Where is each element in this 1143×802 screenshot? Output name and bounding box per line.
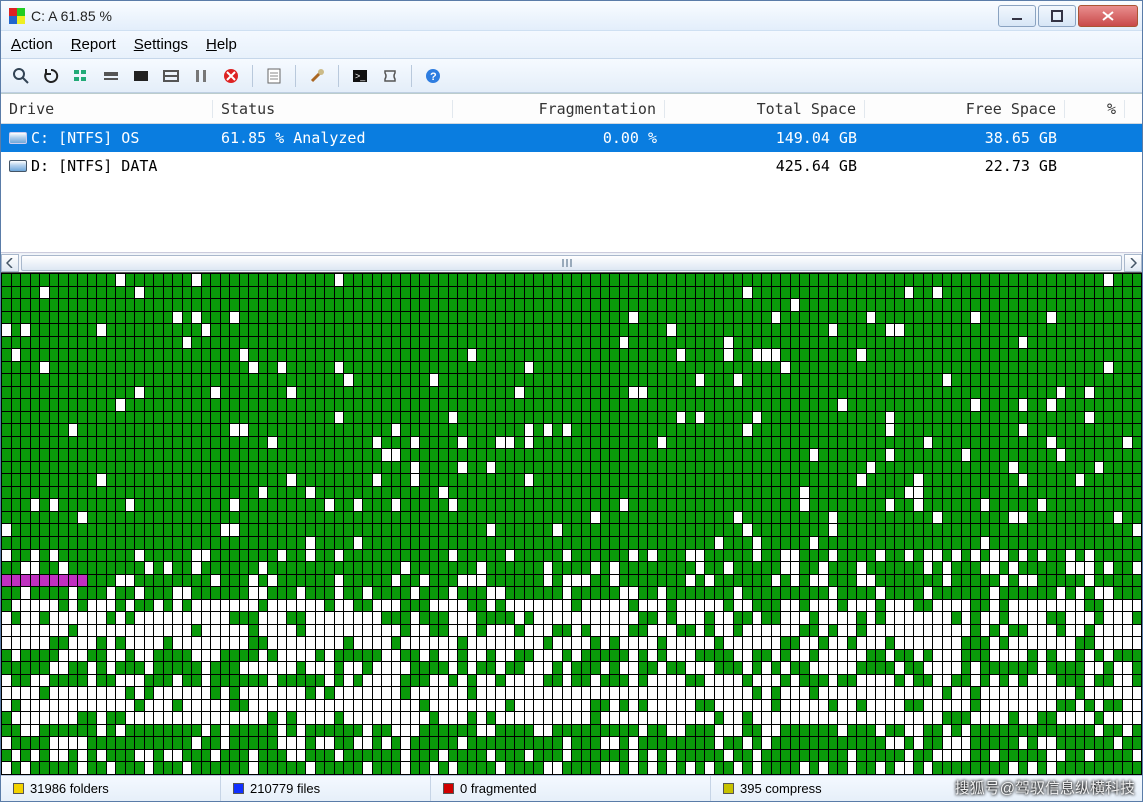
- folders-legend-icon: [13, 783, 24, 794]
- toolbar-separator: [252, 65, 253, 87]
- status-bar: 31986 folders 210779 files 0 fragmented …: [1, 775, 1142, 801]
- window-controls: [998, 5, 1138, 27]
- scroll-thumb[interactable]: [21, 255, 1122, 271]
- status-files-text: 210779 files: [250, 781, 320, 796]
- scroll-right-button[interactable]: [1124, 254, 1142, 272]
- toolbar-separator: [411, 65, 412, 87]
- app-icon: [9, 8, 25, 24]
- toolbar-separator: [338, 65, 339, 87]
- drive-icon: [9, 132, 27, 144]
- defrag-button[interactable]: [69, 64, 93, 88]
- toolbar-separator: [295, 65, 296, 87]
- status-folders-text: 31986 folders: [30, 781, 109, 796]
- drive-list-header: Drive Status Fragmentation Total Space F…: [1, 94, 1142, 124]
- stop-button[interactable]: [219, 64, 243, 88]
- col-status[interactable]: Status: [213, 100, 453, 118]
- full-defrag-button[interactable]: [129, 64, 153, 88]
- menu-report[interactable]: Report: [71, 36, 116, 53]
- svg-text:>_: >_: [355, 71, 366, 81]
- status-compressed: 395 compress: [711, 776, 1142, 801]
- menu-help[interactable]: Help: [206, 36, 237, 53]
- col-fragmentation[interactable]: Fragmentation: [453, 100, 665, 118]
- compressed-legend-icon: [723, 783, 734, 794]
- console-button[interactable]: >_: [348, 64, 372, 88]
- close-button[interactable]: [1078, 5, 1138, 27]
- drive-name: D: [NTFS] DATA: [31, 157, 157, 175]
- svg-text:?: ?: [430, 71, 437, 83]
- drive-list-empty-area: [1, 180, 1142, 252]
- settings-button[interactable]: [305, 64, 329, 88]
- optimize-button[interactable]: [159, 64, 183, 88]
- title-bar: C: A 61.85 %: [1, 1, 1142, 31]
- status-compressed-text: 395 compress: [740, 781, 822, 796]
- cluster-map: [1, 272, 1142, 775]
- drive-icon: [9, 160, 27, 172]
- report-button[interactable]: [262, 64, 286, 88]
- status-folders: 31986 folders: [1, 776, 221, 801]
- app-window: C: A 61.85 % Action Report Settings Help: [0, 0, 1143, 802]
- drive-free: 22.73 GB: [865, 157, 1065, 175]
- drive-list: Drive Status Fragmentation Total Space F…: [1, 93, 1142, 272]
- toolbar: >_ ?: [1, 59, 1142, 93]
- status-fragmented-text: 0 fragmented: [460, 781, 537, 796]
- drive-row[interactable]: C: [NTFS] OS 61.85 % Analyzed0.00 %149.04…: [1, 124, 1142, 152]
- help-button[interactable]: ?: [421, 64, 445, 88]
- drive-status: 61.85 % Analyzed: [213, 129, 453, 147]
- drive-total: 149.04 GB: [665, 129, 865, 147]
- status-fragmented: 0 fragmented: [431, 776, 711, 801]
- menu-action[interactable]: Action: [11, 36, 53, 53]
- horizontal-scrollbar[interactable]: [1, 252, 1142, 272]
- col-drive[interactable]: Drive: [1, 100, 213, 118]
- scroll-left-button[interactable]: [1, 254, 19, 272]
- drive-name: C: [NTFS] OS: [31, 129, 139, 147]
- col-pct[interactable]: %: [1065, 100, 1125, 118]
- files-legend-icon: [233, 783, 244, 794]
- script-button[interactable]: [378, 64, 402, 88]
- scroll-track[interactable]: [19, 254, 1124, 272]
- minimize-button[interactable]: [998, 5, 1036, 27]
- analyze-button[interactable]: [9, 64, 33, 88]
- quick-defrag-button[interactable]: [99, 64, 123, 88]
- fragmented-legend-icon: [443, 783, 454, 794]
- maximize-button[interactable]: [1038, 5, 1076, 27]
- window-title: C: A 61.85 %: [31, 8, 998, 24]
- drive-free: 38.65 GB: [865, 129, 1065, 147]
- drive-total: 425.64 GB: [665, 157, 865, 175]
- menu-bar: Action Report Settings Help: [1, 31, 1142, 59]
- status-files: 210779 files: [221, 776, 431, 801]
- drive-fragmentation: 0.00 %: [453, 129, 665, 147]
- pause-button[interactable]: [189, 64, 213, 88]
- col-free[interactable]: Free Space: [865, 100, 1065, 118]
- refresh-button[interactable]: [39, 64, 63, 88]
- drive-row[interactable]: D: [NTFS] DATA 425.64 GB22.73 GB: [1, 152, 1142, 180]
- menu-settings[interactable]: Settings: [134, 36, 188, 53]
- col-total[interactable]: Total Space: [665, 100, 865, 118]
